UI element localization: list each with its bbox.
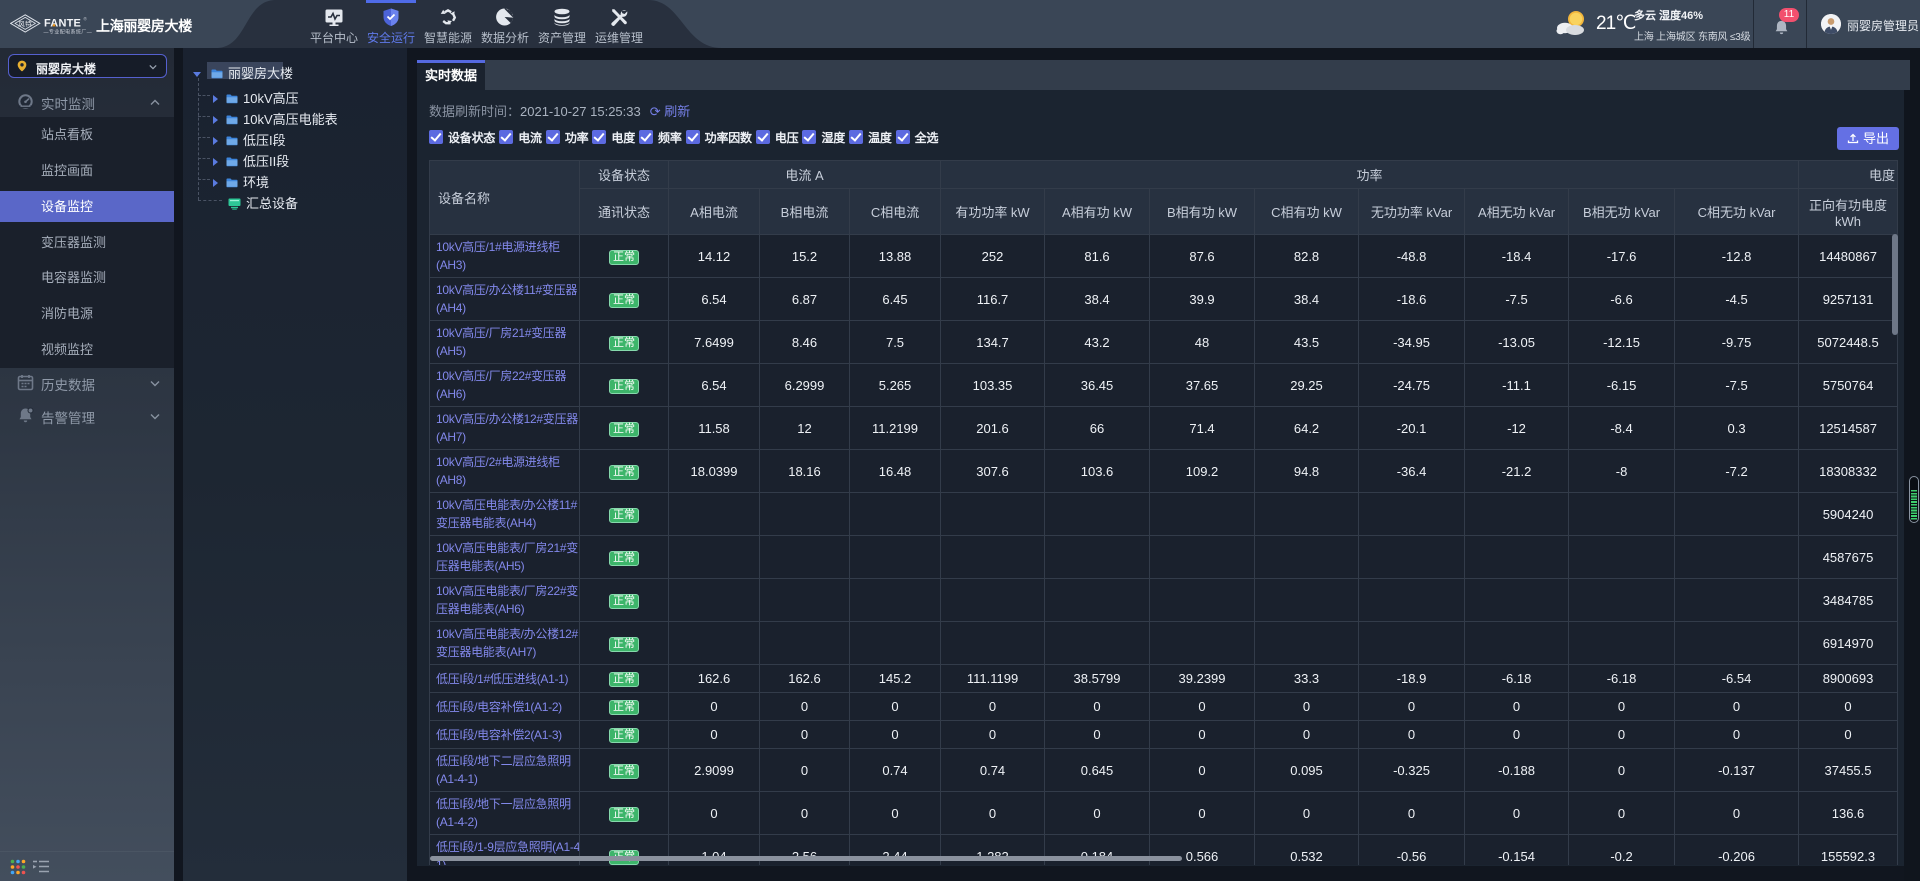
svg-text:—专业配电系统厂—: —专业配电系统厂— — [44, 29, 93, 36]
svg-text:FANTE: FANTE — [44, 18, 81, 30]
svg-text:®: ® — [84, 16, 88, 22]
svg-text:风特: 风特 — [18, 19, 32, 28]
